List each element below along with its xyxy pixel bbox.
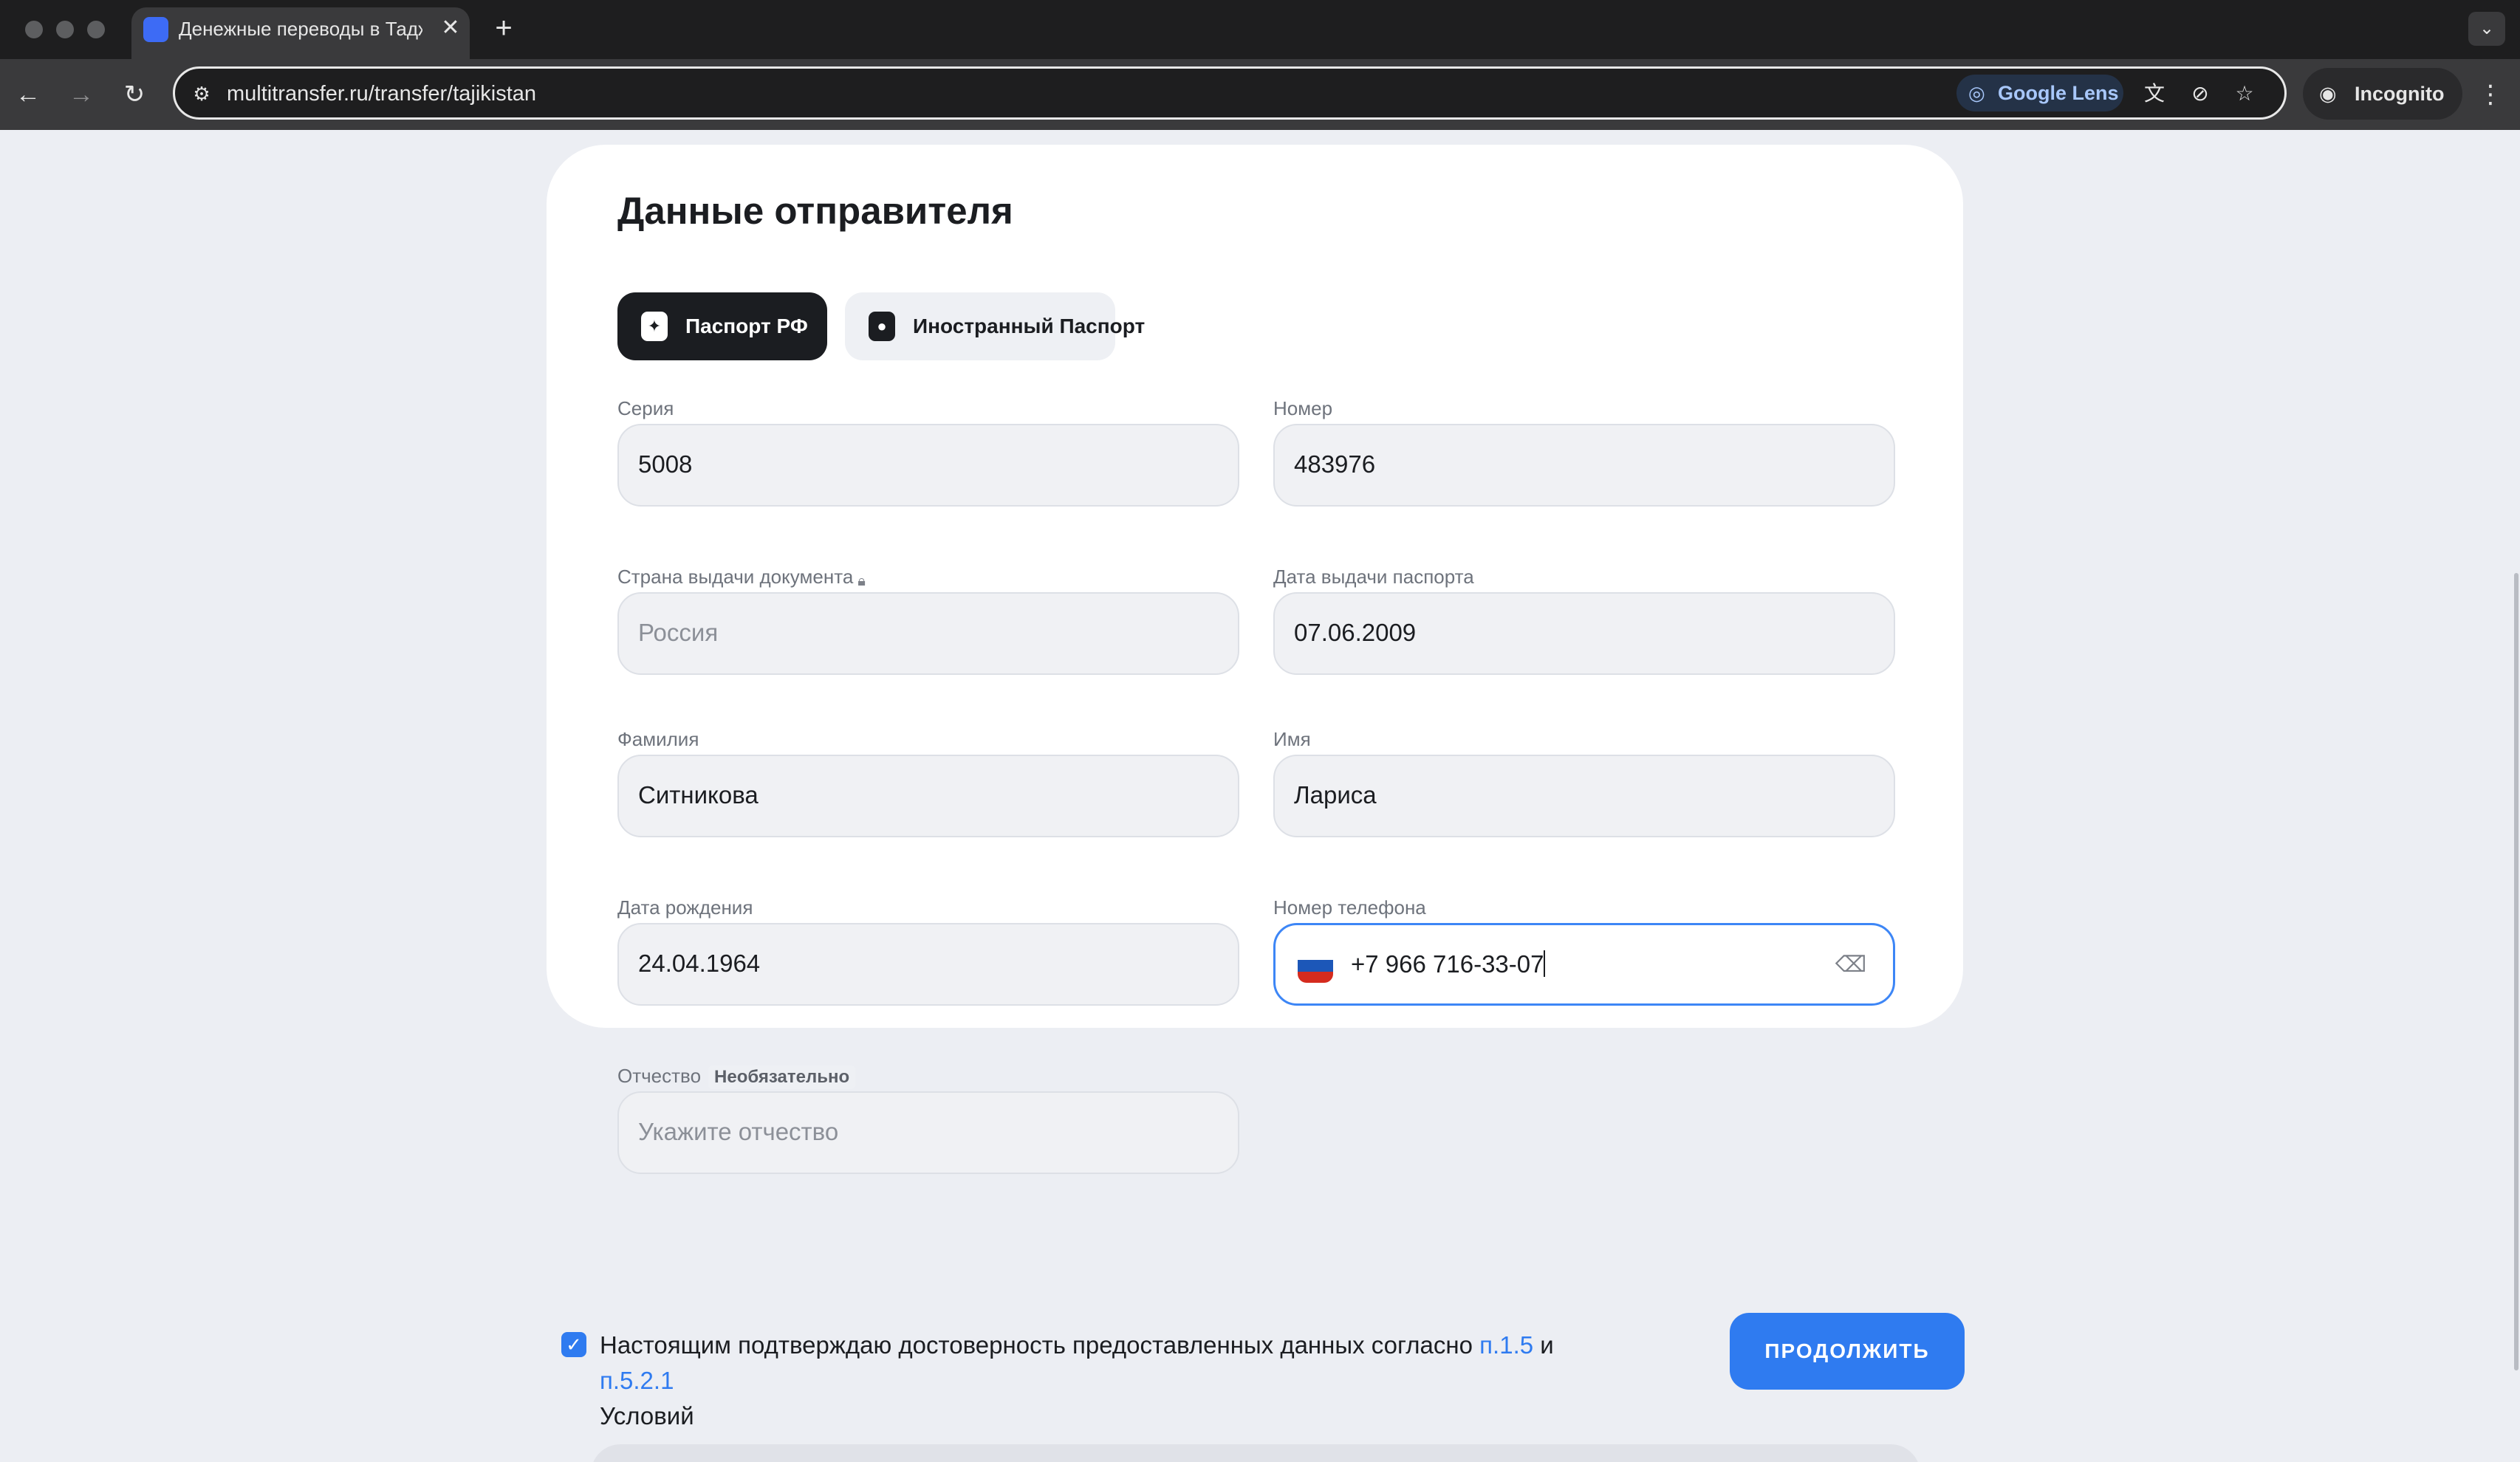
new-tab-button[interactable]: +	[487, 12, 520, 44]
clear-icon[interactable]: ⌫	[1834, 952, 1868, 978]
page-title: Данные отправителя	[617, 190, 1013, 232]
patronymic-label: Отчество Необязательно	[617, 1065, 856, 1089]
terms-link-5-2-1[interactable]: п.5.2.1	[600, 1367, 674, 1394]
consent-conjunction: и	[1540, 1331, 1554, 1359]
birth-date-label: Дата рождения	[617, 896, 753, 919]
incognito-label: Incognito	[2355, 83, 2445, 105]
continue-button[interactable]: ПРОДОЛЖИТЬ	[1730, 1313, 1965, 1390]
surname-input[interactable]: Ситникова	[617, 755, 1239, 837]
site-settings-icon[interactable]: ⚙	[190, 82, 213, 106]
country-label-text: Страна выдачи документа	[617, 566, 854, 588]
lock-icon: 🔒︎	[857, 573, 866, 589]
name-label: Имя	[1273, 728, 1311, 750]
text-caret	[1544, 950, 1546, 977]
phone-value-wrap: +7 966 716-33-07	[1351, 950, 1546, 978]
tab-label: Паспорт РФ	[685, 315, 808, 337]
tab-title: Денежные переводы в Таджикистан	[179, 18, 422, 40]
country-label: Страна выдачи документа 🔒︎	[617, 566, 874, 589]
series-label: Серия	[617, 397, 674, 419]
consent-main-text: Настоящим подтверждаю достоверность пред…	[600, 1331, 1473, 1359]
sender-form-card: Данные отправителя ✦ Паспорт РФ ● Иностр…	[547, 145, 1963, 1174]
birth-date-input[interactable]: 24.04.1964	[617, 923, 1239, 1006]
tab-label: Иностранный Паспорт	[913, 315, 1146, 337]
url-text[interactable]: multitransfer.ru/transfer/tajikistan	[227, 82, 536, 106]
issue-date-value: 07.06.2009	[1294, 619, 1417, 646]
star-icon[interactable]: ☆	[2230, 79, 2259, 109]
reload-icon[interactable]: ↻	[115, 75, 154, 114]
incognito-badge[interactable]: ◉ Incognito	[2303, 68, 2462, 120]
number-label: Номер	[1273, 397, 1333, 419]
patronymic-input[interactable]: Укажите отчество	[617, 1091, 1239, 1174]
browser-tab-bar: Денежные переводы в Таджикистан ✕ + ⌄	[0, 0, 2520, 59]
browser-toolbar: ← → ↻ ⚙ multitransfer.ru/transfer/tajiki…	[0, 59, 2520, 130]
issue-date-label: Дата выдачи паспорта	[1273, 566, 1474, 588]
address-bar[interactable]: ⚙ multitransfer.ru/transfer/tajikistan ◎…	[173, 66, 2287, 120]
consent-tail: Условий	[600, 1402, 694, 1430]
phone-value: +7 966 716-33-07	[1351, 950, 1544, 978]
tab-russian-passport[interactable]: ✦ Паспорт РФ	[617, 292, 827, 360]
kebab-icon[interactable]: ⋮	[2476, 75, 2505, 114]
tab-close-icon[interactable]: ✕	[436, 13, 465, 43]
issue-date-input[interactable]: 07.06.2009	[1273, 592, 1895, 675]
name-input[interactable]: Лариса	[1273, 755, 1895, 837]
surname-label: Фамилия	[617, 728, 699, 750]
name-value: Лариса	[1294, 781, 1377, 809]
consent-checkbox[interactable]: ✓	[561, 1332, 586, 1357]
passport-icon: ●	[869, 312, 895, 341]
country-value: Россия	[638, 619, 719, 646]
country-field: Россия	[617, 592, 1239, 675]
consent-footer: ✓ Настоящим подтверждаю достоверность пр…	[561, 1313, 1965, 1446]
number-value: 483976	[1294, 450, 1376, 478]
window-minimize-button[interactable]	[56, 21, 74, 38]
surname-value: Ситникова	[638, 781, 759, 809]
page-content: Данные отправителя ✦ Паспорт РФ ● Иностр…	[0, 130, 2520, 1462]
tab-foreign-passport[interactable]: ● Иностранный Паспорт	[845, 292, 1145, 360]
terms-link-1-5[interactable]: п.1.5	[1479, 1331, 1533, 1359]
browser-tab[interactable]: Денежные переводы в Таджикистан ✕	[131, 7, 470, 59]
emblem-icon: ✦	[641, 312, 668, 341]
eye-off-icon[interactable]: ⊘	[2185, 79, 2215, 109]
google-lens-button[interactable]: ◎ Google Lens	[1956, 75, 2123, 111]
back-icon[interactable]: ←	[9, 75, 47, 114]
series-input[interactable]: 5008	[617, 424, 1239, 507]
consent-text: Настоящим подтверждаю достоверность пред…	[600, 1328, 1634, 1434]
lens-label: Google Lens	[1998, 82, 2119, 104]
patronymic-placeholder: Укажите отчество	[638, 1118, 839, 1145]
scrollbar[interactable]	[2514, 573, 2519, 1370]
incognito-icon: ◉	[2319, 83, 2337, 105]
lens-icon: ◎	[1968, 82, 1985, 104]
russia-flag-icon[interactable]	[1298, 949, 1333, 983]
series-value: 5008	[638, 450, 693, 478]
window-zoom-button[interactable]	[87, 21, 105, 38]
phone-label: Номер телефона	[1273, 896, 1426, 919]
forward-icon[interactable]: →	[62, 75, 100, 114]
tab-search-button[interactable]: ⌄	[2468, 12, 2505, 46]
phone-input[interactable]: +7 966 716-33-07 ⌫	[1273, 923, 1895, 1006]
optional-badge: Необязательно	[708, 1065, 856, 1089]
window-close-button[interactable]	[25, 21, 43, 38]
birth-date-value: 24.04.1964	[638, 950, 761, 977]
number-input[interactable]: 483976	[1273, 424, 1895, 507]
next-card-edge	[591, 1444, 1920, 1462]
patronymic-label-text: Отчество	[617, 1065, 702, 1087]
translate-icon[interactable]: 文	[2140, 79, 2169, 109]
site-favicon-icon	[143, 17, 168, 42]
